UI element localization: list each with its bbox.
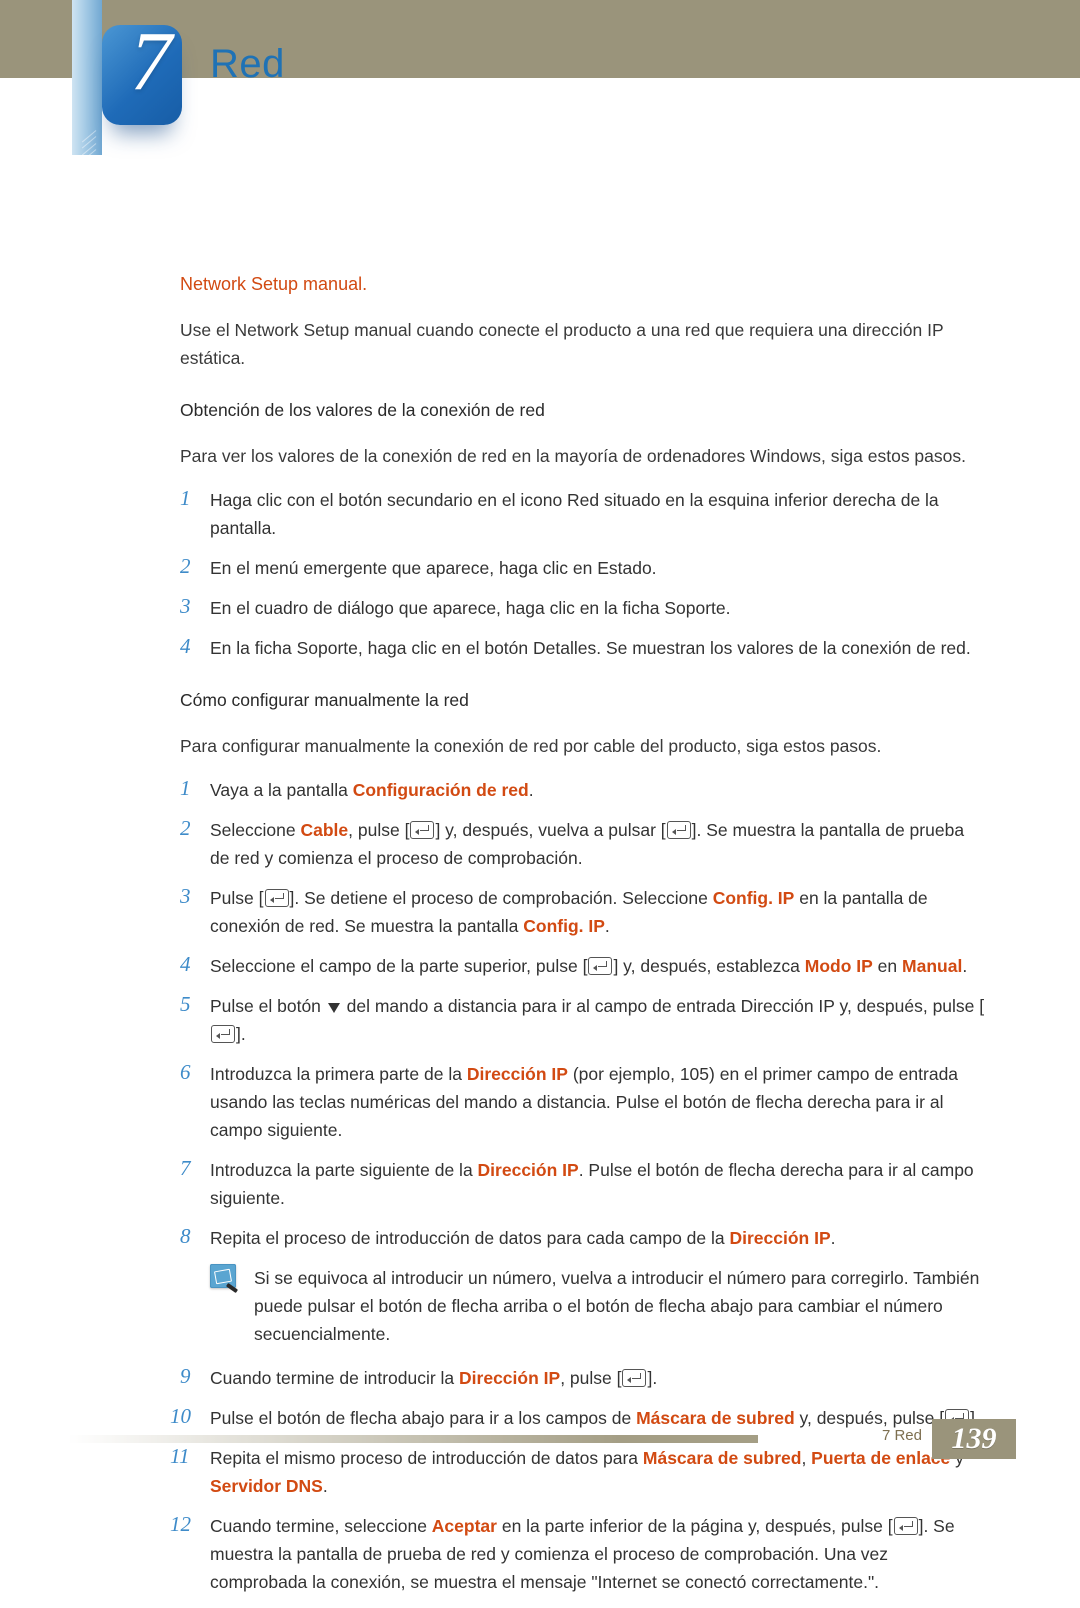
note-icon — [210, 1264, 236, 1288]
ui-term: Dirección IP — [730, 1228, 831, 1248]
step-number: 4 — [180, 950, 191, 978]
step-item: 2 Seleccione Cable, pulse [] y, después,… — [180, 816, 988, 872]
section-intro: Use el Network Setup manual cuando conec… — [180, 316, 988, 372]
enter-icon — [211, 1025, 235, 1043]
step-item: 7 Introduzca la parte siguiente de la Di… — [180, 1156, 988, 1212]
page-content: Network Setup manual. Use el Network Set… — [180, 270, 988, 1608]
step-text: En el menú emergente que aparece, haga c… — [210, 558, 657, 578]
step-item: 3 En el cuadro de diálogo que aparece, ha… — [180, 594, 988, 622]
step-item: 12 Cuando termine, seleccione Aceptar en… — [180, 1512, 988, 1596]
ui-term: Config. IP — [523, 916, 605, 936]
enter-icon — [265, 889, 289, 907]
ui-term: Dirección IP — [478, 1160, 579, 1180]
down-arrow-icon — [328, 1003, 340, 1013]
footer-page-box: 139 — [932, 1419, 1016, 1459]
ui-term: Servidor DNS — [210, 1476, 323, 1496]
step-text: Introduzca la primera parte de la Direcc… — [210, 1064, 958, 1140]
step-item: 3 Pulse []. Se detiene el proceso de com… — [180, 884, 988, 940]
page-number: 139 — [932, 1419, 1016, 1459]
step-text: En la ficha Soporte, haga clic en el bot… — [210, 638, 971, 658]
ui-term: Manual — [902, 956, 962, 976]
step-text: Pulse el botón del mando a distancia par… — [210, 996, 984, 1044]
step-text: Seleccione el campo de la parte superior… — [210, 956, 967, 976]
step-text: Introduzca la parte siguiente de la Dire… — [210, 1160, 974, 1208]
step-item: 8 Repita el proceso de introducción de d… — [180, 1224, 988, 1252]
step-text: Pulse []. Se detiene el proceso de compr… — [210, 888, 928, 936]
step-number: 12 — [170, 1510, 191, 1538]
ui-term: Configuración de red — [353, 780, 529, 800]
step-text: Repita el proceso de introducción de dat… — [210, 1228, 836, 1248]
step-text: Vaya a la pantalla Configuración de red. — [210, 780, 534, 800]
step-text: En el cuadro de diálogo que aparece, hag… — [210, 598, 731, 618]
step-item: 4 En la ficha Soporte, haga clic en el bo… — [180, 634, 988, 662]
subsection-intro-2: Para configurar manualmente la conexión … — [180, 732, 988, 760]
step-number: 1 — [180, 774, 191, 802]
steps-list-2: 1 Vaya a la pantalla Configuración de re… — [180, 776, 988, 1596]
ui-term: Dirección IP — [459, 1368, 560, 1388]
chapter-badge: 7 — [102, 25, 182, 125]
step-number: 2 — [180, 814, 191, 842]
note-text: Si se equivoca al introducir un número, … — [254, 1264, 988, 1348]
ui-term: Aceptar — [432, 1516, 497, 1536]
step-number: 2 — [180, 552, 191, 580]
enter-icon — [894, 1517, 918, 1535]
step-text: Cuando termine de introducir la Direcció… — [210, 1368, 657, 1388]
subsection-heading-2: Cómo configurar manualmente la red — [180, 686, 988, 714]
step-text: Cuando termine, seleccione Aceptar en la… — [210, 1516, 955, 1592]
step-number: 1 — [180, 484, 191, 512]
left-accent-strip — [72, 0, 102, 155]
step-number: 3 — [180, 592, 191, 620]
enter-icon — [588, 957, 612, 975]
step-item: 2 En el menú emergente que aparece, haga … — [180, 554, 988, 582]
note-block: Si se equivoca al introducir un número, … — [180, 1264, 988, 1348]
step-text: Haga clic con el botón secundario en el … — [210, 490, 939, 538]
step-number: 9 — [180, 1362, 191, 1390]
subsection-heading-1: Obtención de los valores de la conexión … — [180, 396, 988, 424]
ui-term: Cable — [300, 820, 348, 840]
footer-gradient — [68, 1435, 758, 1443]
step-item: 1 Vaya a la pantalla Configuración de re… — [180, 776, 988, 804]
enter-icon — [410, 821, 434, 839]
step-item: 1 Haga clic con el botón secundario en el… — [180, 486, 988, 542]
step-item: 6 Introduzca la primera parte de la Dire… — [180, 1060, 988, 1144]
chapter-number: 7 — [130, 13, 172, 110]
section-heading: Network Setup manual. — [180, 270, 988, 298]
footer-chapter-label: 7 Red — [882, 1427, 922, 1444]
chapter-title: Red — [210, 42, 285, 87]
steps-list-1: 1 Haga clic con el botón secundario en el… — [180, 486, 988, 662]
step-number: 3 — [180, 882, 191, 910]
step-number: 4 — [180, 632, 191, 660]
step-text: Seleccione Cable, pulse [] y, después, v… — [210, 820, 964, 868]
enter-icon — [622, 1369, 646, 1387]
step-number: 8 — [180, 1222, 191, 1250]
ui-term: Config. IP — [713, 888, 795, 908]
step-item: 5 Pulse el botón del mando a distancia p… — [180, 992, 988, 1048]
step-number: 5 — [180, 990, 191, 1018]
page-footer: 7 Red 139 — [68, 1425, 1016, 1459]
step-number: 6 — [180, 1058, 191, 1086]
enter-icon — [667, 821, 691, 839]
subsection-intro-1: Para ver los valores de la conexión de r… — [180, 442, 988, 470]
step-number: 7 — [180, 1154, 191, 1182]
step-item: 4 Seleccione el campo de la parte superi… — [180, 952, 988, 980]
step-item: 9 Cuando termine de introducir la Direcc… — [180, 1364, 988, 1392]
ui-term: Modo IP — [805, 956, 873, 976]
ui-term: Dirección IP — [467, 1064, 568, 1084]
